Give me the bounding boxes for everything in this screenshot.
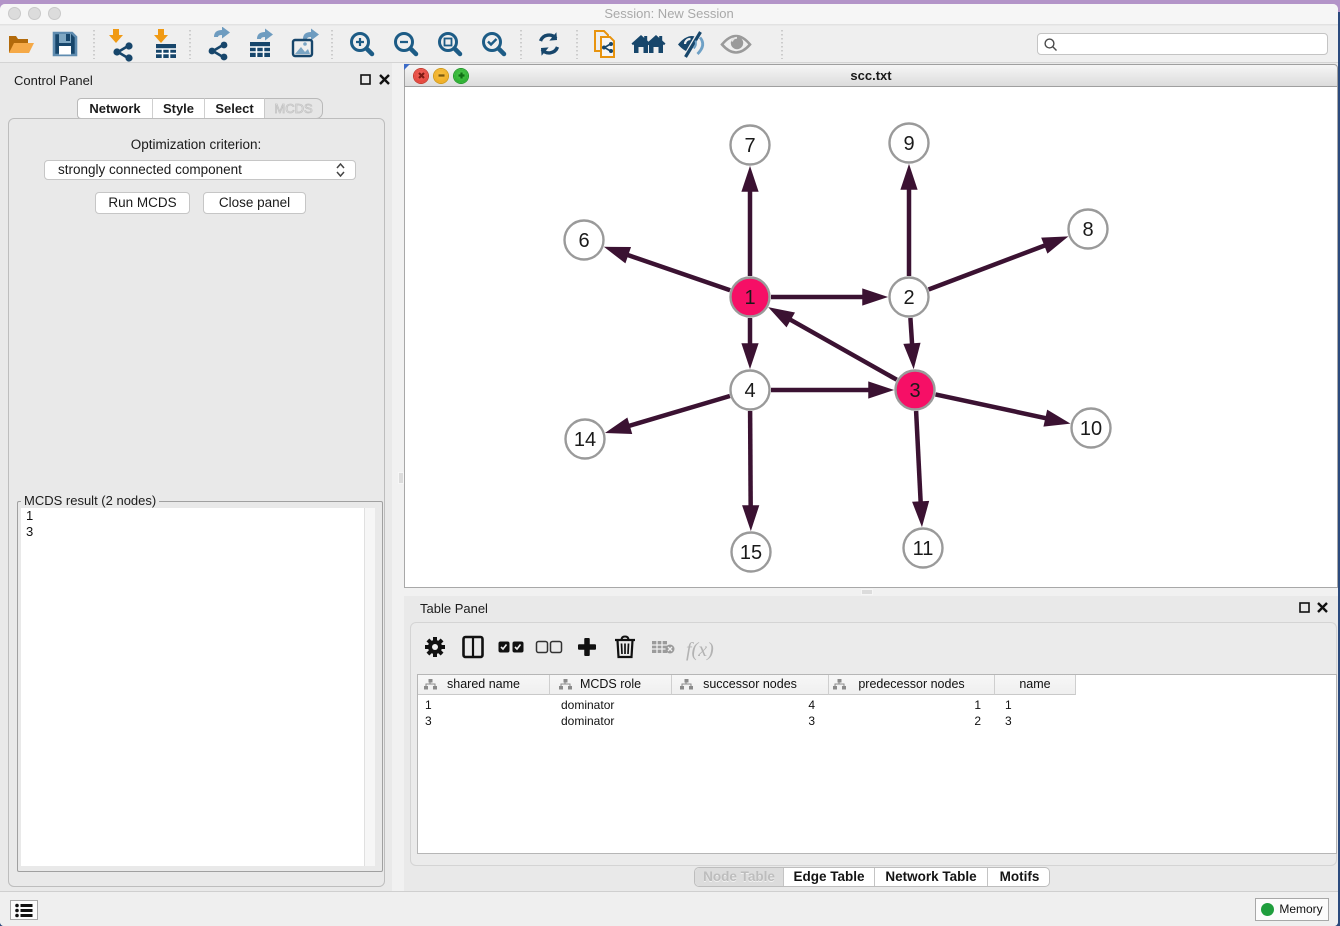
svg-text:8: 8	[1082, 219, 1093, 241]
svg-text:10: 10	[1080, 418, 1102, 440]
svg-text:1: 1	[744, 287, 755, 309]
svg-text:15: 15	[740, 542, 762, 564]
svg-text:2: 2	[903, 287, 914, 309]
svg-text:f(x): f(x)	[686, 639, 714, 661]
svg-text:14: 14	[574, 429, 596, 451]
svg-text:6: 6	[578, 230, 589, 252]
svg-text:7: 7	[744, 135, 755, 157]
svg-text:11: 11	[913, 538, 934, 560]
svg-text:3: 3	[909, 380, 920, 402]
svg-text:9: 9	[903, 133, 914, 155]
svg-text:4: 4	[744, 380, 755, 402]
